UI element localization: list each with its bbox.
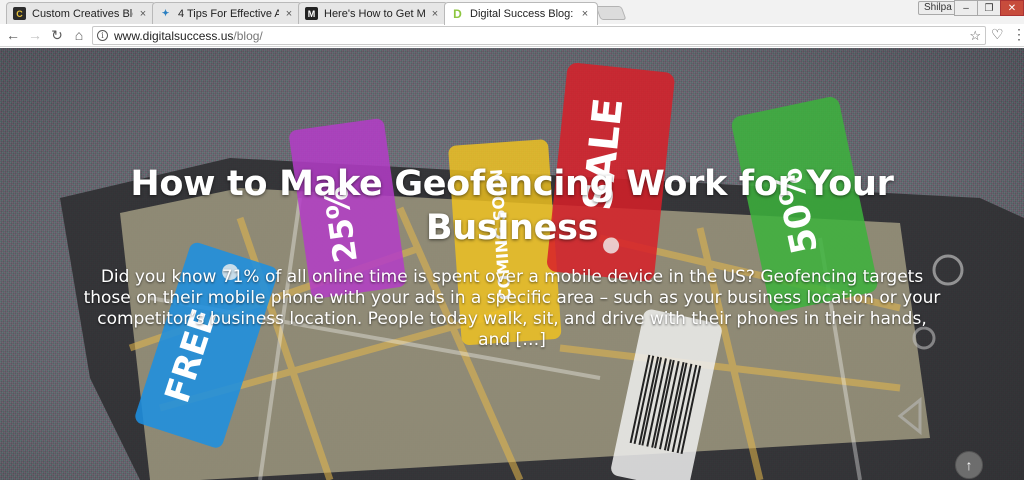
blog-hero: FREE 25% COMING SOON SALE 50% How to Mak…: [0, 48, 1024, 480]
menu-icon[interactable]: ⋮: [1012, 26, 1024, 43]
reload-button[interactable]: ↻: [46, 24, 68, 46]
home-button[interactable]: ⌂: [68, 24, 90, 46]
heart-icon[interactable]: ♡: [991, 26, 1004, 43]
tab-title: Custom Creatives Blog | C: [32, 7, 133, 20]
post-title[interactable]: How to Make Geofencing Work for Your Bus…: [70, 162, 954, 250]
tab-effective-tips[interactable]: ✦ 4 Tips For Effective And A ×: [152, 2, 302, 24]
info-icon[interactable]: i: [97, 30, 108, 41]
digital-success-favicon-icon: D: [453, 7, 462, 21]
tab-title: 4 Tips For Effective And A: [178, 7, 279, 20]
tab-title: Here's How to Get More: [324, 7, 425, 20]
close-window-button[interactable]: ✕: [1000, 0, 1024, 16]
hero-illustration: FREE 25% COMING SOON SALE 50%: [60, 62, 1024, 480]
tab-close-icon[interactable]: ×: [283, 8, 295, 20]
tab-close-icon[interactable]: ×: [429, 8, 441, 20]
browser-toolbar: ← → ↻ ⌂ i www.digitalsuccess.us/blog/ ☆ …: [0, 24, 1024, 47]
post-excerpt: Did you know 71% of all online time is s…: [83, 267, 941, 350]
tab-get-more[interactable]: M Here's How to Get More ×: [298, 2, 448, 24]
address-bar[interactable]: i www.digitalsuccess.us/blog/ ☆: [92, 26, 986, 45]
tab-title: Digital Success Blog: SEO: [470, 8, 575, 20]
url-path: /blog/: [233, 28, 263, 43]
scroll-to-top-button[interactable]: ↑: [955, 451, 983, 479]
profile-button[interactable]: Shilpa: [918, 1, 958, 15]
custom-creatives-favicon-icon: C: [13, 7, 26, 20]
medium-favicon-icon: M: [305, 7, 318, 20]
tab-strip: C Custom Creatives Blog | C × ✦ 4 Tips F…: [0, 0, 1024, 25]
restore-button[interactable]: ❐: [977, 0, 1001, 16]
tab-close-icon[interactable]: ×: [579, 8, 591, 20]
new-tab-button[interactable]: [595, 6, 627, 20]
forward-button[interactable]: →: [24, 24, 46, 46]
tab-custom-creatives[interactable]: C Custom Creatives Blog | C ×: [6, 2, 156, 24]
back-button[interactable]: ←: [2, 24, 24, 46]
url-host: www.digitalsuccess.us: [114, 28, 234, 43]
wordpress-favicon-icon: ✦: [161, 8, 170, 18]
minimize-button[interactable]: –: [954, 0, 978, 16]
tab-digital-success[interactable]: D Digital Success Blog: SEO ×: [444, 2, 598, 25]
bookmark-star-icon[interactable]: ☆: [969, 28, 981, 44]
tab-close-icon[interactable]: ×: [137, 8, 149, 20]
